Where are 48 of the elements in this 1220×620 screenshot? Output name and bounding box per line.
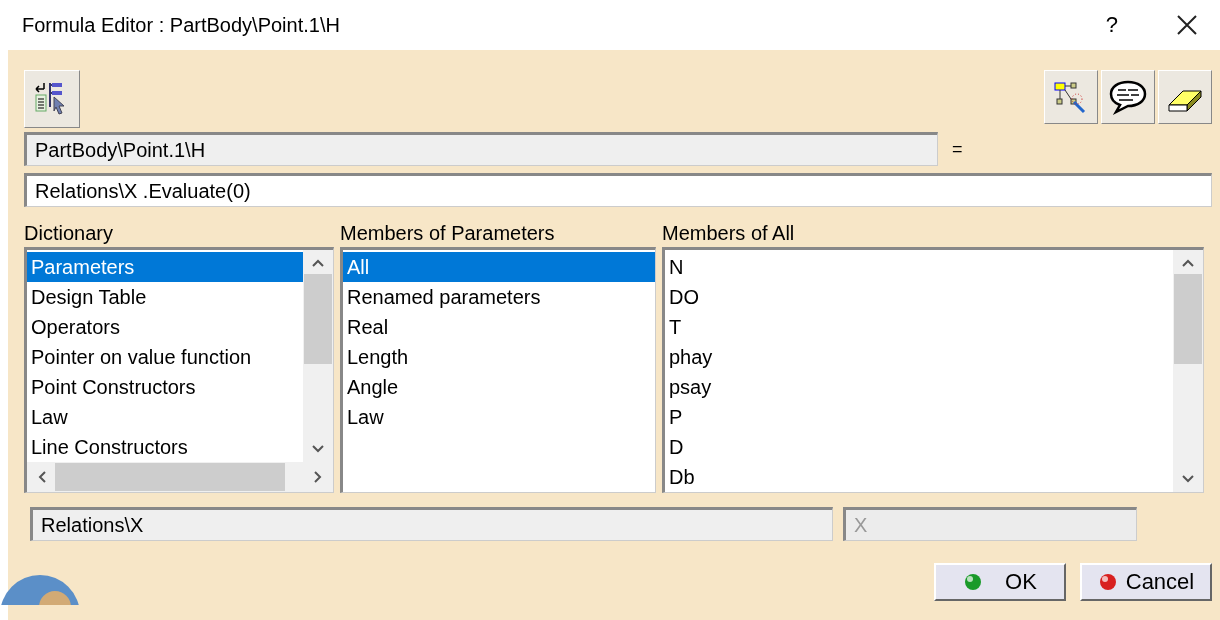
list-item[interactable]: T — [665, 312, 1173, 342]
list-item[interactable]: Law — [27, 402, 303, 432]
dialog-button[interactable]: OK — [934, 563, 1066, 601]
list-heading: Members of All — [662, 221, 796, 246]
list-item[interactable]: Length — [343, 342, 655, 372]
list-item[interactable]: Renamed parameters — [343, 282, 655, 312]
list-heading: Dictionary — [24, 221, 114, 246]
list-item[interactable]: Db — [665, 462, 1173, 492]
list-item[interactable]: Angle — [343, 372, 655, 402]
list-item[interactable]: phay — [665, 342, 1173, 372]
window-title: Formula Editor : PartBody\Point.1\H — [22, 13, 341, 37]
scroll-up-icon[interactable] — [311, 258, 325, 268]
scroll-down-icon[interactable] — [311, 444, 325, 454]
speech-bubble-button[interactable] — [1101, 70, 1155, 124]
list-item[interactable]: Operators — [27, 312, 303, 342]
vertical-scrollbar[interactable] — [1173, 250, 1203, 492]
close-button[interactable] — [1176, 14, 1198, 36]
list-item[interactable]: Line Constructors — [27, 432, 303, 462]
list-item[interactable]: Point Constructors — [27, 372, 303, 402]
help-button[interactable]: ? — [1105, 12, 1118, 38]
list-item[interactable]: Pointer on value function — [27, 342, 303, 372]
path-field[interactable]: Relations\X — [30, 507, 833, 541]
list-item[interactable]: DO — [665, 282, 1173, 312]
confirm-ball-icon — [963, 572, 984, 592]
parameter-field[interactable]: PartBody\Point.1\H — [24, 132, 938, 166]
scroll-down-icon[interactable] — [1181, 474, 1195, 484]
list-item[interactable]: Law — [343, 402, 655, 432]
import-tree-button[interactable] — [24, 70, 80, 128]
cancel-ball-icon — [1097, 572, 1118, 592]
equals-sign: = — [952, 138, 963, 160]
vertical-scrollbar[interactable] — [303, 250, 333, 462]
scroll-up-icon[interactable] — [1181, 258, 1195, 268]
list-heading: Members of Parameters — [340, 221, 556, 246]
eraser-button[interactable] — [1158, 70, 1212, 124]
list-item[interactable]: psay — [665, 372, 1173, 402]
scroll-left-icon[interactable] — [37, 470, 47, 484]
graph-select-button[interactable] — [1044, 70, 1098, 124]
list-item[interactable]: D — [665, 432, 1173, 462]
dialog-button[interactable]: Cancel — [1080, 563, 1212, 601]
list-item[interactable]: Design Table — [27, 282, 303, 312]
scroll-right-icon[interactable] — [313, 470, 323, 484]
horizontal-scrollbar[interactable] — [27, 462, 333, 492]
list-item[interactable]: All — [343, 252, 655, 282]
list-item[interactable]: Parameters — [27, 252, 303, 282]
formula-field[interactable]: Relations\X .Evaluate(0) — [24, 173, 1212, 207]
list-item[interactable]: Real — [343, 312, 655, 342]
list-item[interactable]: N — [665, 252, 1173, 282]
list-item[interactable]: P — [665, 402, 1173, 432]
